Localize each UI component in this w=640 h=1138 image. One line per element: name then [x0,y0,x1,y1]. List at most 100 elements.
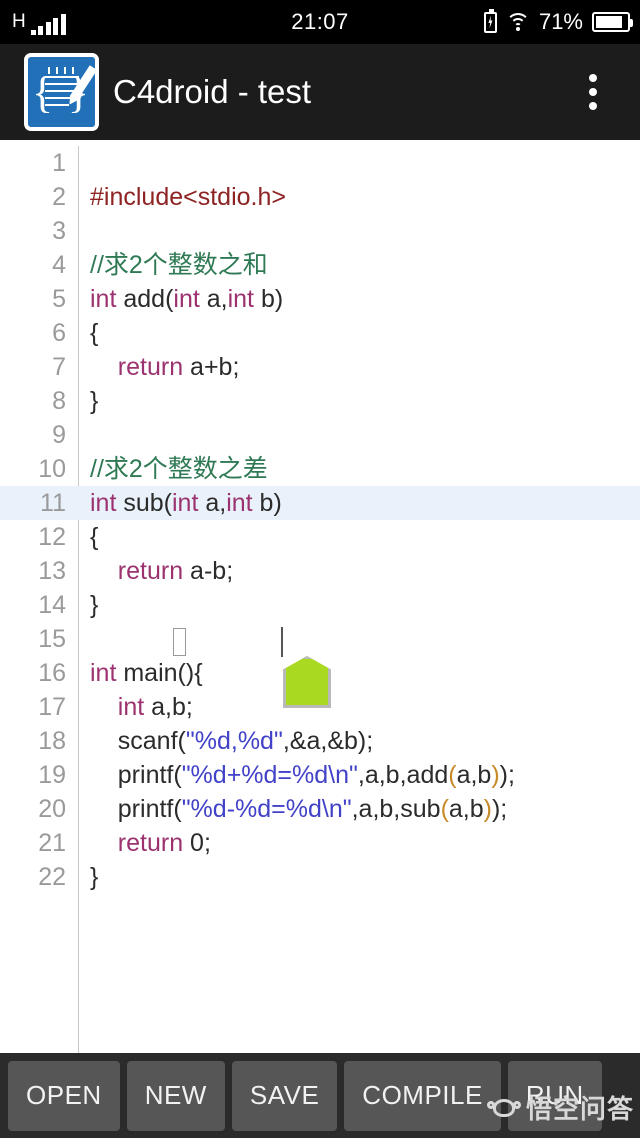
code-line[interactable]: 20 printf("%d-%d=%d\n",a,b,sub(a,b)); [0,792,640,826]
code-token: a,b [448,795,484,823]
code-line[interactable]: 3 [0,214,640,248]
code-line[interactable]: 10 //求2个整数之差 [0,452,640,486]
code-token: a-b; [183,557,234,585]
code-text[interactable]: int add(int a,int b) [90,282,283,316]
code-line[interactable]: 2 #include<stdio.h> [0,180,640,214]
code-text[interactable]: return a+b; [90,350,240,384]
open-button[interactable]: OPEN [8,1060,120,1131]
charging-icon [483,8,497,33]
overflow-menu-icon[interactable] [579,64,607,120]
code-token: a,b; [144,693,193,721]
code-text[interactable]: { [90,520,98,554]
code-token: #include<stdio.h> [90,183,286,211]
line-number: 17 [38,692,66,721]
code-text[interactable]: scanf("%d,%d",&a,&b); [90,724,373,758]
code-token: //求2个整数之和 [90,251,268,279]
code-line[interactable]: 8} [0,384,640,418]
code-line[interactable]: 5 int add(int a,int b) [0,282,640,316]
status-bar-right: 71% [483,8,633,35]
line-number: 8 [52,386,66,415]
code-token: ,a,b,add [357,761,449,789]
code-token: ( [440,795,449,823]
line-number: 19 [38,760,66,789]
code-token: int [90,659,117,687]
code-lines[interactable]: 1 2 #include<stdio.h> 3 4//求2个整数之和 5 int add(i… [0,146,640,894]
code-line[interactable]: 12 { [0,520,640,554]
code-token: ); [491,795,508,823]
code-token: //求2个整数之差 [90,455,268,483]
code-line[interactable]: 18 scanf("%d,%d",&a,&b); [0,724,640,758]
code-token: ( [448,761,457,789]
c4droid-app-icon: {} [24,53,99,131]
save-button[interactable]: SAVE [231,1060,338,1131]
code-line[interactable]: 6{ [0,316,640,350]
code-token: { [90,523,99,551]
code-token: ); [499,761,515,789]
code-token: int [227,285,254,313]
compile-button[interactable]: COMPILE [344,1060,501,1131]
code-token: } [90,387,99,415]
code-line[interactable]: 22} [0,860,640,894]
line-number: 11 [40,488,66,517]
code-token: int [117,693,145,721]
battery-icon [592,12,633,32]
code-token: a+b; [183,353,240,381]
code-text[interactable]: int main(){ [90,656,203,690]
code-line[interactable]: 11 int sub(int a,int b) [0,486,640,520]
code-token: ) [491,761,500,789]
code-line[interactable]: 19 printf("%d+%d=%d\n",a,b,add(a,b)); [0,758,640,792]
wifi-icon [505,13,530,31]
code-text[interactable]: //求2个整数之和 [90,248,268,282]
code-editor[interactable]: 1 2 #include<stdio.h> 3 4//求2个整数之和 5 int add(i… [0,140,640,1053]
line-number: 9 [52,420,66,449]
code-token: } [90,591,99,619]
code-token: scanf( [90,727,186,755]
code-token: "%d,%d" [185,727,283,755]
code-text[interactable]: } [90,384,98,418]
code-line[interactable]: 4 //求2个整数之和 [0,248,640,282]
code-token: 0; [183,829,211,857]
code-text[interactable]: #include<stdio.h> [90,180,286,214]
code-token: main(){ [116,659,203,687]
run-button[interactable]: RUN [507,1060,602,1131]
code-text[interactable]: return a-b; [90,554,233,588]
code-text[interactable]: printf("%d-%d=%d\n",a,b,sub(a,b)); [90,792,507,826]
code-token: return [117,829,184,857]
code-line[interactable]: 7 return a+b; [0,350,640,384]
code-token: printf( [90,761,182,789]
code-text[interactable]: return 0; [90,826,211,860]
code-token: return [117,557,184,585]
code-token: int [90,285,117,313]
code-text[interactable]: int sub(int a,int b) [90,486,282,520]
code-text[interactable]: //求2个整数之差 [90,452,268,486]
line-number: 20 [38,794,66,823]
code-token: int [90,489,117,517]
code-token: { [90,319,99,347]
code-token: a, [199,285,228,313]
code-token: int [226,489,253,517]
code-line[interactable]: 21 return 0; [0,826,640,860]
line-number: 1 [52,148,66,177]
code-token: ,a,b,sub [351,795,441,823]
code-line[interactable]: 9 [0,418,640,452]
code-line[interactable]: 13 return a-b; [0,554,640,588]
bottom-toolbar: OPEN NEW SAVE COMPILE RUN [0,1053,640,1138]
code-text[interactable]: int a,b; [90,690,193,724]
code-token: } [90,863,99,891]
code-text[interactable]: } [90,860,98,894]
code-token: add( [116,285,174,313]
page-title: C4droid - test [113,73,312,110]
code-line[interactable]: 15 [0,622,640,656]
code-line[interactable]: 14} [0,588,640,622]
code-text[interactable]: } [90,588,98,622]
line-number: 18 [38,726,66,755]
code-text[interactable]: printf("%d+%d=%d\n",a,b,add(a,b)); [90,758,515,792]
code-token: a, [198,489,227,517]
code-token: ) [483,795,492,823]
line-number: 15 [38,624,66,653]
new-button[interactable]: NEW [126,1060,225,1131]
line-number: 21 [38,828,66,857]
code-line[interactable]: 1 [0,146,640,180]
code-text[interactable]: { [90,316,98,350]
